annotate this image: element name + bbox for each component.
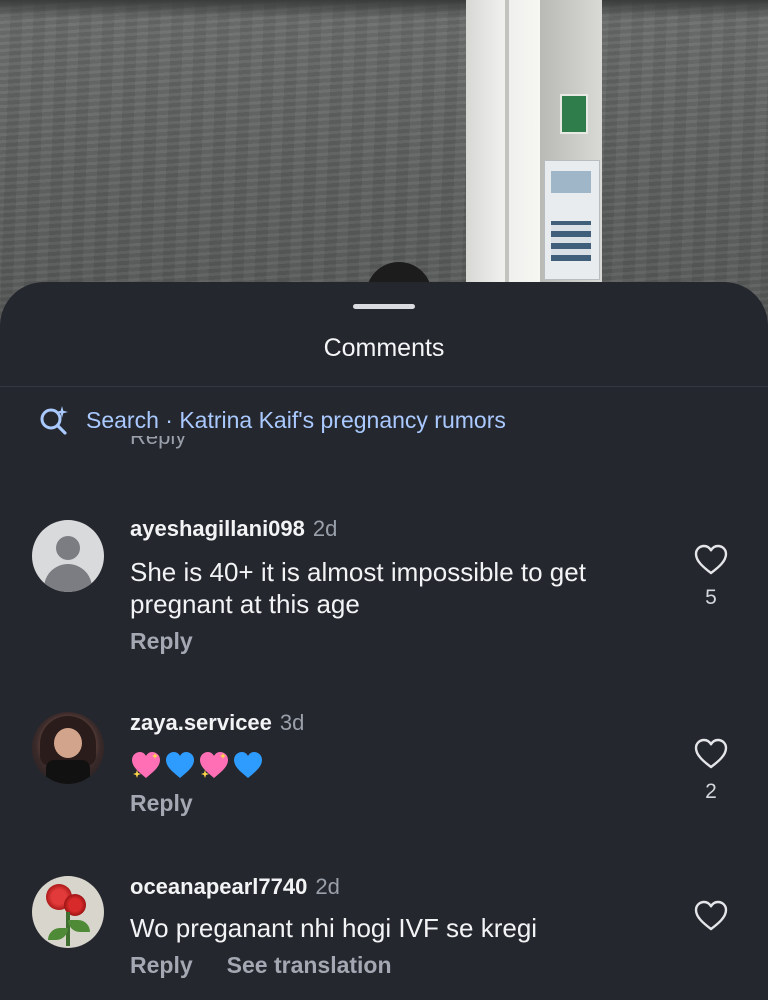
reply-button[interactable]: Reply [130, 952, 193, 978]
avatar-body-shape [44, 564, 92, 592]
comment-text: Wo preganant nhi hogi IVF se kregi [130, 913, 538, 943]
sheet-title: Comments [323, 334, 445, 362]
heart-icon[interactable] [694, 738, 728, 770]
avatar[interactable] [32, 876, 104, 948]
reply-row: Reply [130, 790, 193, 817]
username-text: oceanapearl7740 [130, 874, 308, 899]
previous-reply-label: Reply [130, 436, 187, 449]
avatar-face-shape [54, 728, 82, 758]
avatar-top-shape [46, 760, 90, 784]
comments-sheet: Comments Search · Katrina Kaif's pregnan… [0, 282, 768, 1000]
sparkling-heart-icon [200, 752, 228, 778]
like-count: 5 [705, 586, 717, 609]
comment-username[interactable]: oceanapearl7740 2d [130, 874, 340, 900]
blue-heart-icon [234, 752, 262, 778]
video-background [0, 0, 768, 320]
sparkling-heart-icon [132, 752, 160, 778]
comment-text: She is 40+ it is almost impossible to ge… [130, 557, 586, 619]
see-translation-button[interactable]: See translation [227, 952, 392, 978]
heart-icon[interactable] [694, 900, 728, 932]
comment-username[interactable]: zaya.servicee 3d [130, 710, 304, 736]
search-prefix: Search · [86, 406, 180, 433]
heart-icon[interactable] [694, 544, 728, 576]
top-shadow [0, 0, 768, 18]
title-divider [0, 386, 768, 387]
exit-sign [560, 94, 588, 134]
search-query: Katrina Kaif's pregnancy rumors [179, 406, 506, 433]
reply-button[interactable]: Reply [130, 628, 193, 654]
username-text: ayeshagillani098 [130, 516, 305, 541]
reply-button[interactable]: Reply [130, 790, 193, 816]
previous-reply-link[interactable]: Reply [130, 436, 186, 452]
username-text: zaya.servicee [130, 710, 272, 735]
avatar-leaf-shape [48, 928, 68, 940]
comment-item: ayeshagillani098 2d She is 40+ it is almo… [0, 512, 768, 672]
reply-row: Reply [130, 628, 193, 655]
emoji-row [130, 750, 264, 780]
comment-time: 2d [312, 516, 338, 541]
comment-time: 2d [315, 874, 340, 899]
pillar-edge [505, 0, 509, 300]
drag-handle[interactable] [353, 304, 415, 309]
wall-poster [544, 160, 600, 280]
reply-row: Reply See translation [130, 952, 392, 979]
search-suggestion[interactable]: Search · Katrina Kaif's pregnancy rumors [38, 400, 506, 440]
like-count: 2 [705, 780, 717, 803]
comment-time: 3d [279, 710, 305, 735]
comment-item: oceanapearl7740 2d Wo preganant nhi hogi … [0, 868, 768, 1000]
avatar[interactable] [32, 712, 104, 784]
comment-item: zaya.servicee 3d Reply 2 [0, 704, 768, 844]
avatar-head-shape [56, 536, 80, 560]
blue-heart-icon [166, 752, 194, 778]
avatar-leaf-shape [68, 920, 90, 932]
avatar[interactable] [32, 520, 104, 592]
search-suggestion-text: Search · Katrina Kaif's pregnancy rumors [86, 407, 506, 434]
comment-username[interactable]: ayeshagillani098 2d [130, 516, 337, 542]
sparkle-search-icon [40, 406, 68, 435]
